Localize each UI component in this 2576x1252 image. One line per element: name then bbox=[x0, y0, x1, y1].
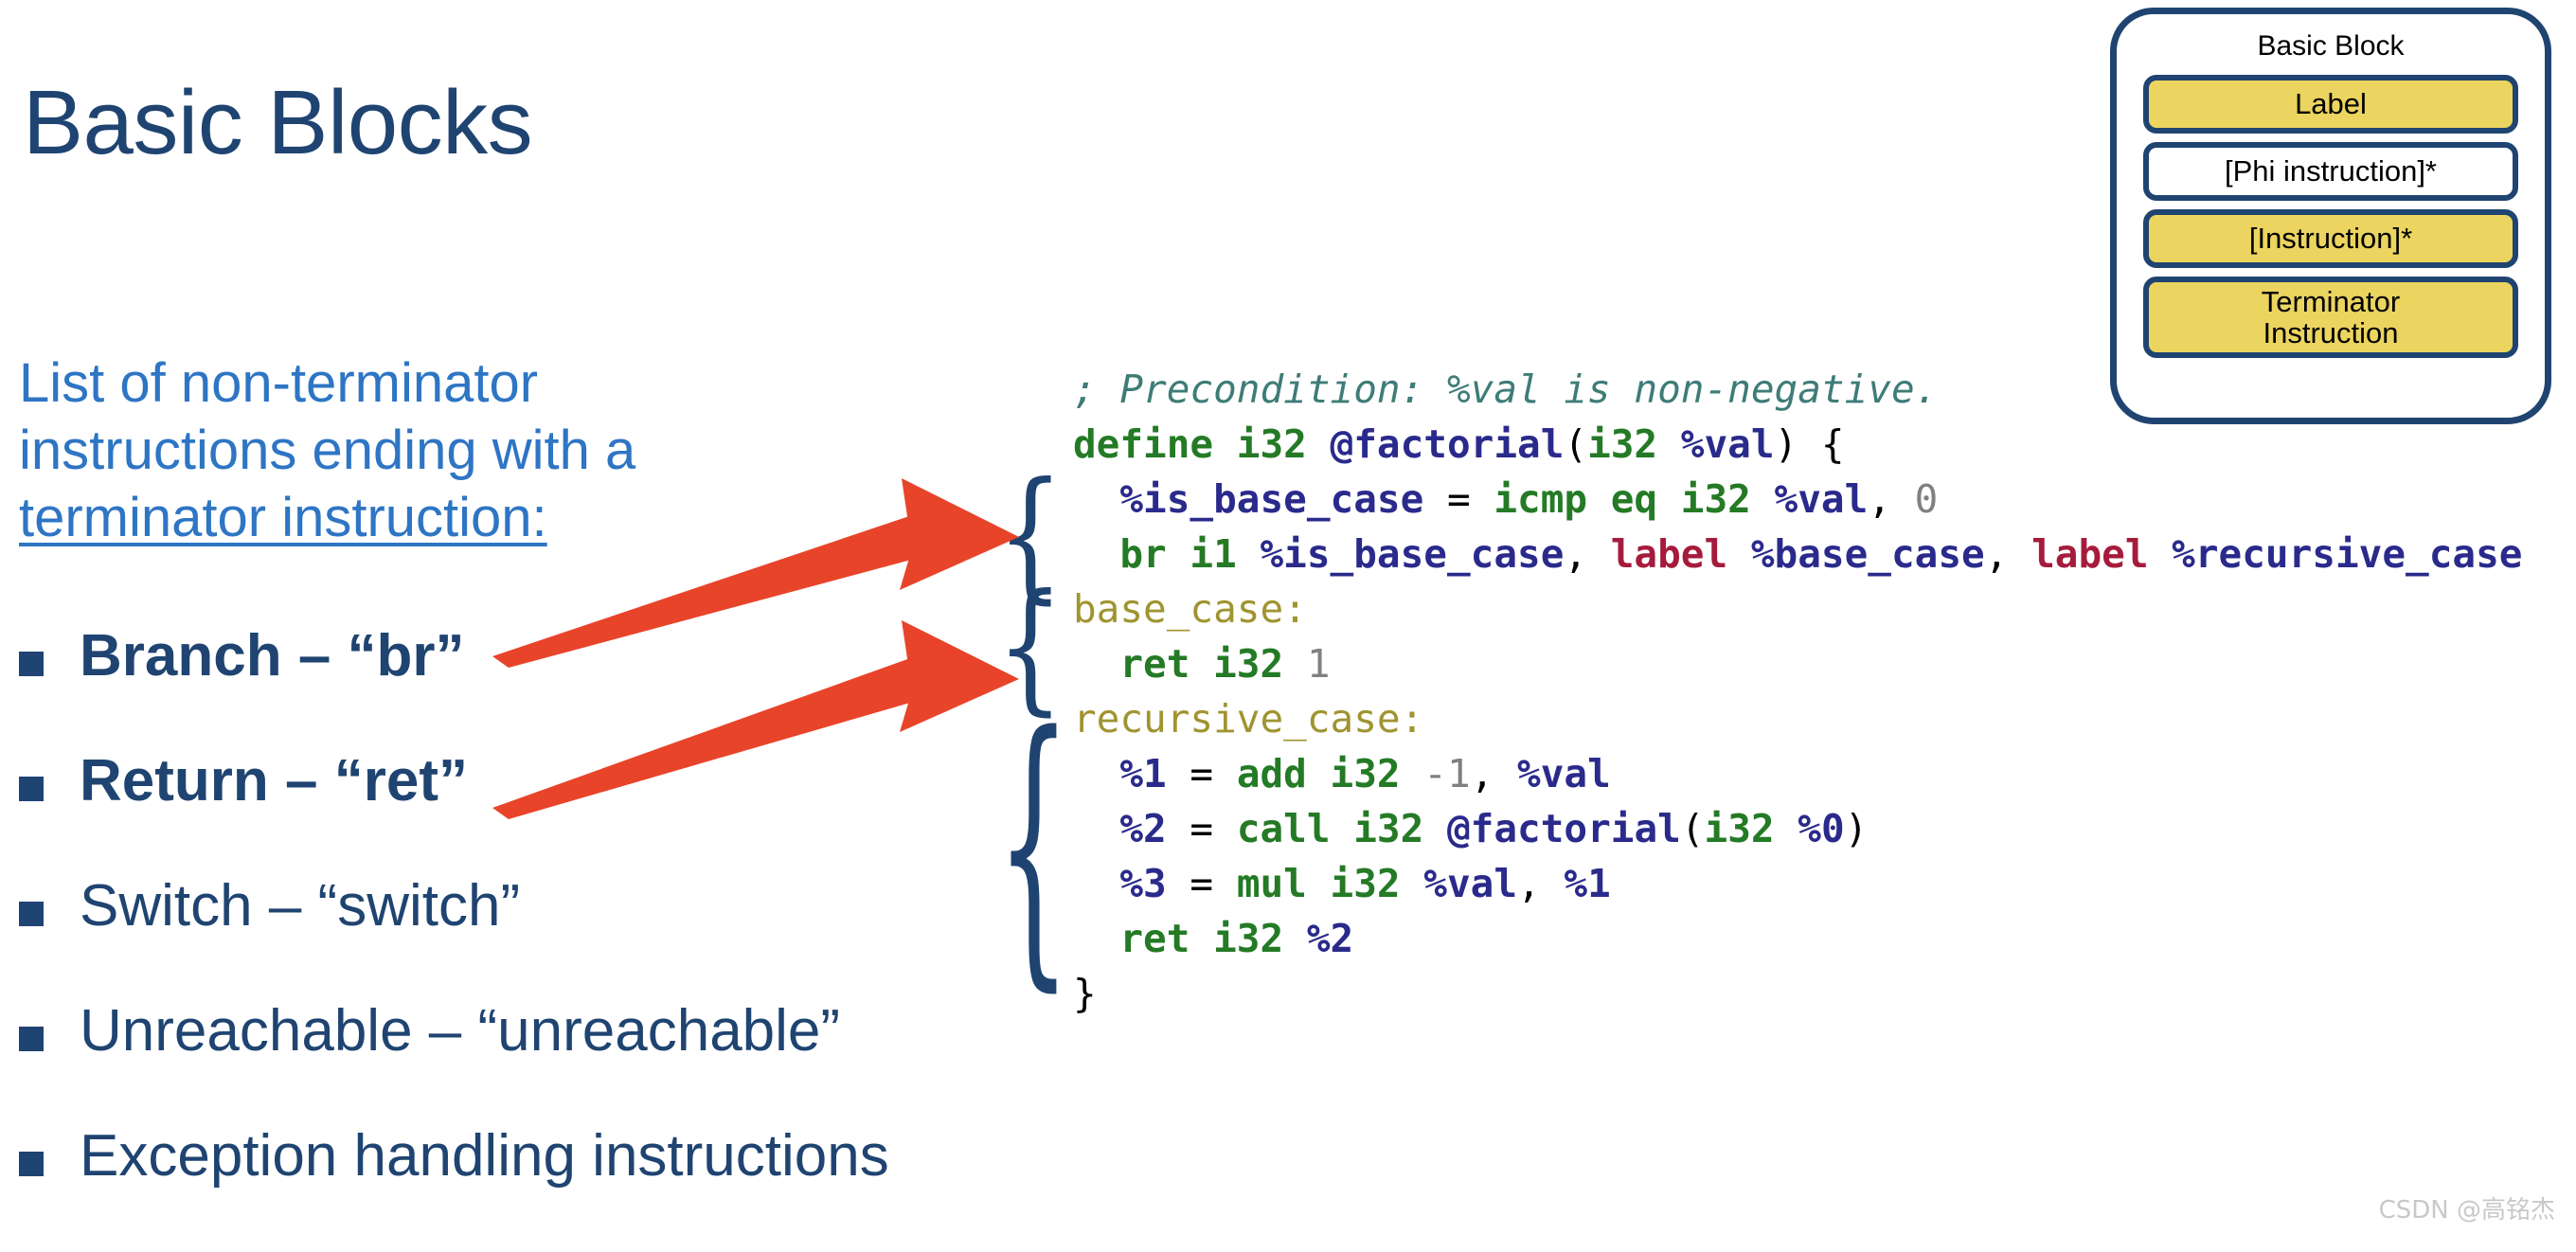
line-close: } bbox=[1073, 966, 2522, 1021]
code-token: %is_base_case bbox=[1236, 531, 1565, 577]
line-base-label: base_case: bbox=[1073, 581, 2522, 636]
code-token: , bbox=[1984, 531, 2032, 577]
code-token: define i32 bbox=[1073, 421, 1331, 467]
code-token: %val bbox=[1517, 751, 1611, 796]
code-token: = bbox=[1166, 861, 1237, 906]
basic-block-diagram: Basic Block Label [Phi instruction]* [Inst… bbox=[2110, 8, 2551, 424]
diagram-row-2: [Instruction]* bbox=[2143, 209, 2518, 268]
bullet-label: Unreachable – “unreachable” bbox=[80, 998, 841, 1064]
code-token: , bbox=[1470, 751, 1518, 796]
bullet-label: Switch – “switch” bbox=[80, 873, 521, 939]
code-token: ; Precondition: %val is non-negative. bbox=[1073, 367, 1939, 412]
code-token: @factorial bbox=[1446, 806, 1681, 851]
code-token: , bbox=[1868, 476, 1915, 522]
code-token: label bbox=[1610, 531, 1728, 577]
code-token: mul i32 bbox=[1236, 861, 1401, 906]
code-token: %val bbox=[1750, 476, 1869, 522]
line-icmp: %is_base_case = icmp eq i32 %val, 0 bbox=[1073, 472, 2522, 527]
code-token: %3 bbox=[1073, 861, 1167, 906]
code-token: %is_base_case bbox=[1073, 476, 1424, 522]
bullet-square-icon bbox=[19, 777, 44, 801]
bullet-item-2: Switch – “switch” bbox=[19, 877, 1061, 1002]
line-recursive-label: recursive_case: bbox=[1073, 691, 2522, 746]
code-token: = bbox=[1166, 751, 1237, 796]
diagram-row-3: Terminator Instruction bbox=[2143, 277, 2518, 358]
code-token: %base_case bbox=[1727, 531, 1985, 577]
code-token: %2 bbox=[1283, 916, 1354, 961]
code-token: i32 bbox=[1587, 421, 1658, 467]
code-token: add i32 bbox=[1236, 751, 1401, 796]
bullet-square-icon bbox=[19, 902, 44, 926]
arrow-to-base-case-block-icon bbox=[492, 620, 1019, 819]
code-token: %2 bbox=[1073, 806, 1167, 851]
code-token: br i1 bbox=[1073, 531, 1237, 577]
lead-line-3-underlined: terminator instruction: bbox=[19, 486, 547, 548]
code-token: @factorial bbox=[1330, 421, 1565, 467]
code-token: %1 bbox=[1564, 861, 1611, 906]
diagram-row-label: [Phi instruction]* bbox=[2225, 154, 2437, 188]
line-ret2: ret i32 %2 bbox=[1073, 911, 2522, 966]
diagram-row-label: Terminator Instruction bbox=[2261, 284, 2401, 349]
line-define: define i32 @factorial(i32 %val) { bbox=[1073, 417, 2522, 472]
code-token: %val bbox=[1400, 861, 1518, 906]
bullet-label: Exception handling instructions bbox=[80, 1123, 889, 1189]
code-token: ) { bbox=[1774, 421, 1845, 467]
bullet-item-4: Exception handling instructions bbox=[19, 1127, 1061, 1252]
code-token: -1 bbox=[1423, 751, 1471, 796]
lead-line-2: instructions ending with a bbox=[19, 419, 636, 481]
code-token: ( bbox=[1680, 806, 1705, 851]
line-call: %2 = call i32 @factorial(i32 %0) bbox=[1073, 801, 2522, 856]
llvm-ir-code-block: ; Precondition: %val is non-negative. def… bbox=[1073, 362, 2522, 1021]
code-token: , bbox=[1564, 531, 1611, 577]
diagram-title: Basic Block bbox=[2257, 30, 2405, 62]
bullet-label: Branch – “br” bbox=[80, 623, 465, 689]
diagram-row-label: Label bbox=[2295, 87, 2367, 121]
line-br: br i1 %is_base_case, label %base_case, l… bbox=[1073, 527, 2522, 581]
code-token: , bbox=[1517, 861, 1565, 906]
line-mul: %3 = mul i32 %val, %1 bbox=[1073, 856, 2522, 911]
code-token: 1 bbox=[1306, 641, 1331, 687]
code-token: recursive_case: bbox=[1073, 696, 1424, 742]
code-token: base_case: bbox=[1073, 586, 1307, 632]
bullet-square-icon bbox=[19, 652, 44, 676]
code-token: 0 bbox=[1914, 476, 1939, 522]
code-token: ret i32 bbox=[1073, 916, 1284, 961]
code-token: i32 bbox=[1704, 806, 1775, 851]
code-token: %1 bbox=[1073, 751, 1167, 796]
page-title: Basic Blocks bbox=[23, 72, 533, 173]
code-token: %0 bbox=[1774, 806, 1845, 851]
diagram-row-0: Label bbox=[2143, 75, 2518, 134]
diagram-row-1: [Phi instruction]* bbox=[2143, 142, 2518, 201]
code-token: ret i32 bbox=[1073, 641, 1284, 687]
code-token: %recursive_case bbox=[2148, 531, 2523, 577]
code-token: ( bbox=[1564, 421, 1588, 467]
code-token: } bbox=[1073, 971, 1097, 1016]
code-token: ) bbox=[1844, 806, 1869, 851]
bullet-item-3: Unreachable – “unreachable” bbox=[19, 1002, 1061, 1127]
bullet-square-icon bbox=[19, 1027, 44, 1051]
code-token: %val bbox=[1657, 421, 1775, 467]
code-token: label bbox=[2031, 531, 2149, 577]
code-token: call i32 bbox=[1236, 806, 1447, 851]
bullet-square-icon bbox=[19, 1152, 44, 1176]
code-token: icmp eq i32 bbox=[1494, 476, 1751, 522]
line-ret1: ret i32 1 bbox=[1073, 636, 2522, 691]
lead-line-1: List of non-terminator bbox=[19, 352, 539, 414]
line-add: %1 = add i32 -1, %val bbox=[1073, 746, 2522, 801]
bullet-label: Return – “ret” bbox=[80, 748, 468, 814]
watermark: CSDN @高铭杰 bbox=[2378, 1196, 2555, 1225]
code-token: = bbox=[1166, 806, 1237, 851]
diagram-row-label: [Instruction]* bbox=[2248, 222, 2413, 256]
code-token: = bbox=[1423, 476, 1494, 522]
diagram-rows: Label [Phi instruction]* [Instruction]* Ter… bbox=[2143, 75, 2518, 358]
